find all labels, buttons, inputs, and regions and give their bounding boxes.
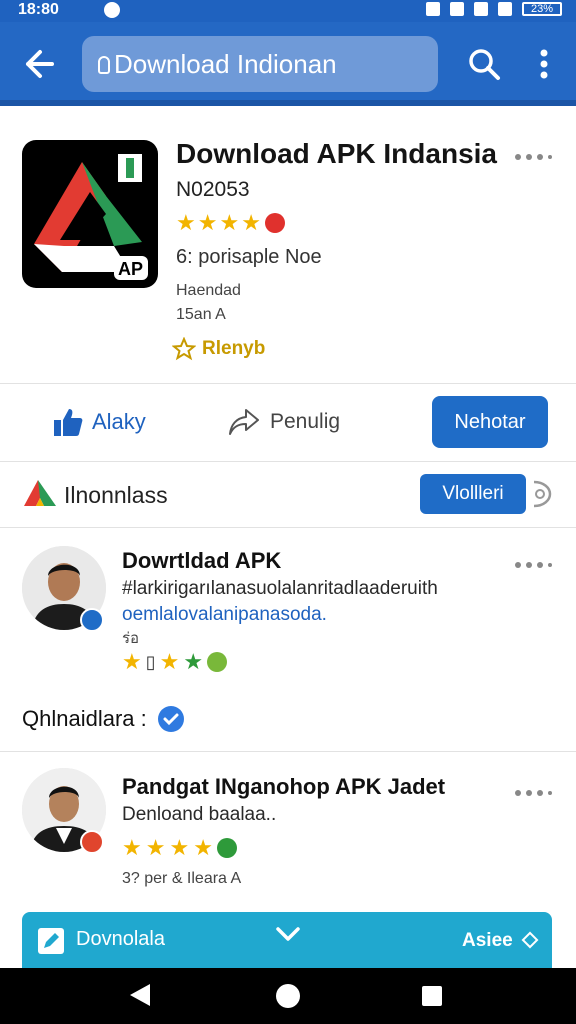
location-icon [474, 2, 488, 16]
star-icon: ★ [169, 835, 190, 860]
bar-chart-icon: ▯ [145, 652, 156, 672]
app-screen: 18:80 23% Download Indionan AP Download … [0, 0, 576, 1024]
star-icon: ★ [145, 835, 166, 860]
check-icon [158, 706, 184, 732]
review-meta: ร่อ [122, 630, 140, 647]
star-icon: ★ [122, 835, 142, 860]
nav-back-icon[interactable] [130, 984, 150, 1006]
review-item[interactable]: Dowrtldad APK #larkirigarılanasuolalanri… [0, 528, 576, 700]
more-horizontal-icon [515, 790, 552, 796]
signal-icon [498, 2, 512, 16]
more-horizontal-icon [515, 154, 552, 160]
diamond-icon [521, 931, 539, 949]
verified-badge-icon [80, 608, 104, 632]
review-more-button[interactable] [512, 558, 552, 570]
search-button[interactable] [466, 46, 502, 82]
app-more-button[interactable] [512, 150, 552, 162]
review-title: Pandgat INganohop APK Jadet [122, 774, 446, 799]
nav-home-icon[interactable] [276, 984, 300, 1008]
sound-icon [450, 2, 464, 16]
app-logo-icon: AP [22, 140, 158, 288]
notification-icon [104, 2, 120, 18]
download-label: Dovnolala [76, 928, 165, 950]
app-subtitle: 6: porisaple Noe [176, 246, 322, 268]
reply-link[interactable]: Rlenyb [172, 334, 265, 364]
app-id: N02053 [176, 178, 250, 201]
more-horizontal-icon [515, 562, 552, 568]
review-more-button[interactable] [512, 786, 552, 798]
nav-recents-icon[interactable] [422, 986, 442, 1006]
download-banner[interactable]: Dovnolala Asiee [22, 912, 552, 968]
view-all-button[interactable]: Vlollleri [420, 474, 526, 514]
verified-label: Qhlnaidlara : [22, 706, 147, 731]
share-label: Penulig [270, 410, 341, 433]
back-button[interactable] [18, 46, 58, 82]
like-label: Alaky [92, 409, 146, 434]
star-icon: ★ [176, 210, 196, 235]
refresh-button[interactable] [528, 476, 554, 512]
status-bar: 18:80 23% [0, 0, 576, 22]
thumbs-up-icon [54, 409, 83, 436]
search-text: Download Indionan [114, 49, 337, 79]
review-item[interactable]: Pandgat INganohop APK Jadet Denloand baa… [0, 752, 576, 912]
star-outline-icon [172, 337, 196, 361]
star-icon: ★ [197, 210, 218, 235]
action-row: Alaky Penulig Nehotar [0, 384, 576, 462]
star-icon: ★ [183, 649, 204, 674]
lock-icon [98, 56, 110, 74]
star-icon: ★ [193, 835, 213, 860]
review-title: Dowrtldad APK [122, 548, 282, 573]
edit-icon [38, 928, 64, 954]
badge-icon [264, 213, 285, 233]
review-text: Denloand baalaa.. [122, 804, 277, 825]
badge-icon [80, 830, 104, 854]
badge-icon [216, 838, 237, 858]
battery-icon: 23% [522, 2, 562, 16]
chevron-down-icon[interactable] [274, 924, 302, 944]
star-icon: ★ [219, 210, 240, 235]
reply-label: Rlenyb [202, 338, 266, 359]
system-nav-bar [0, 968, 576, 1024]
share-icon [229, 409, 259, 435]
review-rating: ★ ▯ ★ ★ [122, 649, 228, 674]
search-icon [469, 49, 500, 80]
star-icon: ★ [122, 649, 142, 674]
like-button[interactable]: Alaky [52, 404, 146, 440]
review-link-text[interactable]: oemlalovalanipanasoda. [122, 604, 488, 626]
next-label[interactable]: Asiee [462, 930, 513, 952]
more-options-button[interactable] [530, 48, 558, 80]
app-meta: Haendad [176, 282, 241, 299]
status-icons: 23% [426, 2, 562, 16]
badge-icon [207, 652, 228, 672]
refresh-icon [533, 480, 552, 508]
svg-text:AP: AP [118, 259, 143, 279]
app-meta-secondary: 15an A [176, 306, 226, 323]
verified-row: Qhlnaidlara : [0, 700, 576, 752]
star-icon: ★ [159, 649, 180, 674]
primary-action-button[interactable]: Nehotar [432, 396, 548, 448]
status-time: 18:80 [18, 1, 59, 18]
section-header: Ilnonnlass Vlollleri [0, 462, 576, 528]
app-rating: ★ ★ ★ ★ [176, 210, 285, 236]
star-icon: ★ [241, 210, 261, 235]
review-meta: 3? per & Ileara A [122, 870, 242, 887]
review-rating: ★ ★ ★ ★ [122, 836, 237, 860]
app-title: Download APK Indansia [176, 138, 497, 169]
section-logo-icon [22, 478, 58, 510]
section-title: Ilnonnlass [64, 482, 168, 508]
bluetooth-icon [426, 2, 440, 16]
arrow-left-icon [26, 50, 54, 78]
share-button[interactable]: Penulig [228, 404, 340, 440]
top-app-bar: Download Indionan [0, 22, 576, 106]
more-vertical-icon [540, 49, 548, 79]
search-field[interactable]: Download Indionan [82, 36, 438, 92]
review-text: #larkirigarılanasuolalanritadlaaderuith [122, 578, 438, 599]
app-header-card: AP Download APK Indansia N02053 ★ ★ ★ ★ … [0, 112, 576, 384]
